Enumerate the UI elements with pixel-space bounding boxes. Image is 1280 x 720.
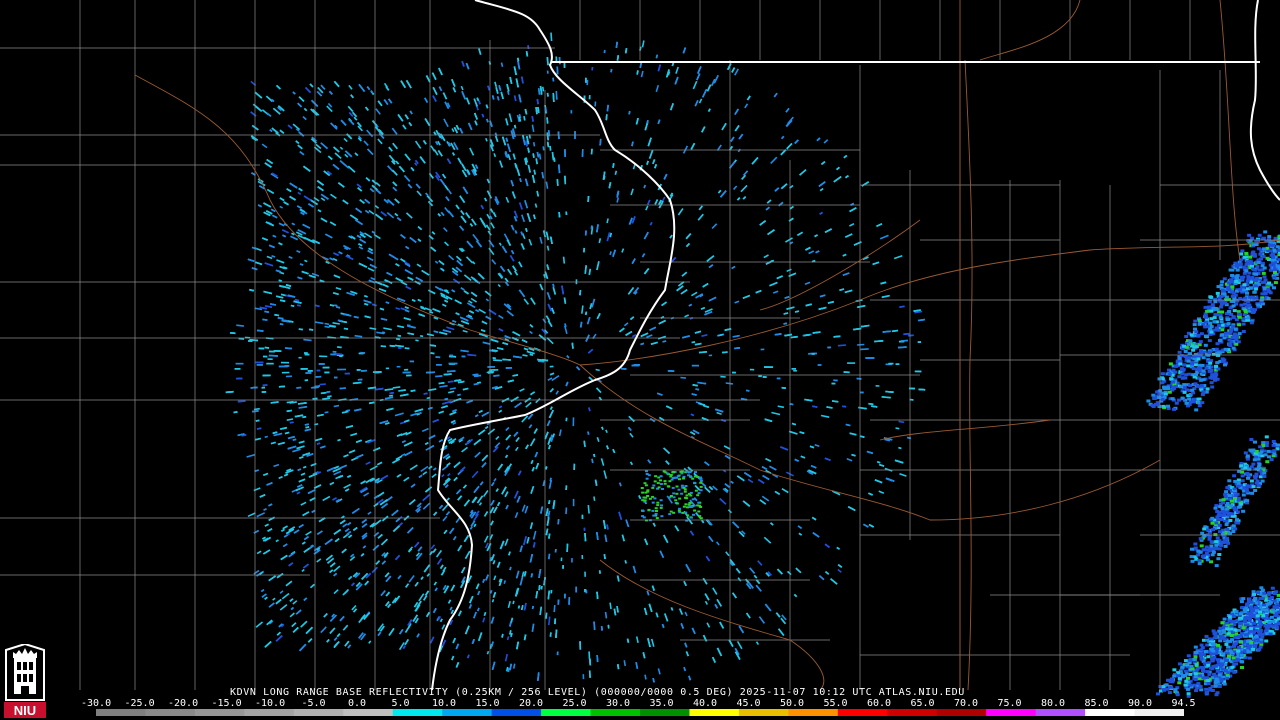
product-title: KDVN LONG RANGE BASE REFLECTIVITY (0.25K…: [230, 687, 965, 698]
scale-label: 90.0: [1128, 698, 1153, 709]
colorbar-segment: [343, 709, 394, 716]
reflectivity-colorbar: [96, 709, 1184, 716]
colorbar-segment: [640, 709, 690, 716]
colorbar-segment: [541, 709, 592, 716]
logo-text: NIU: [14, 703, 36, 718]
colorbar-segment: [194, 709, 245, 716]
scale-label: 45.0: [736, 698, 761, 709]
colorbar-segment: [986, 709, 1037, 716]
colorbar-segment: [96, 709, 146, 716]
colorbar-segment: [788, 709, 839, 716]
colorbar-segment: [689, 709, 740, 716]
colorbar-segment: [244, 709, 295, 716]
scale-label: -15.0: [211, 698, 242, 709]
scale-label: -30.0: [81, 698, 112, 709]
colorbar-segment: [442, 709, 493, 716]
scale-label: 80.0: [1041, 698, 1066, 709]
scale-label: 94.5: [1171, 698, 1196, 709]
scale-label: -20.0: [168, 698, 199, 709]
colorbar-segment: [936, 709, 987, 716]
scale-label: 0.0: [348, 698, 367, 709]
colorbar-segment: [293, 709, 344, 716]
scale-label: 75.0: [997, 698, 1022, 709]
scale-label: 10.0: [432, 698, 457, 709]
scale-label: -5.0: [301, 698, 326, 709]
radar-map: [0, 0, 1280, 720]
scale-label: 50.0: [780, 698, 805, 709]
scale-label: 70.0: [954, 698, 979, 709]
scale-label: 25.0: [562, 698, 587, 709]
colorbar-segment: [1085, 709, 1136, 716]
colorbar-segment: [145, 709, 196, 716]
scale-label: 65.0: [910, 698, 935, 709]
colorbar-segment: [887, 709, 938, 716]
niu-logo[interactable]: NIU: [2, 644, 48, 718]
colorbar-segment: [1134, 709, 1184, 716]
scale-label: 20.0: [519, 698, 544, 709]
colorbar-segment: [1035, 709, 1086, 716]
colorbar-segment: [590, 709, 641, 716]
scale-label: 30.0: [606, 698, 631, 709]
scale-label: 5.0: [391, 698, 410, 709]
scale-label: -10.0: [255, 698, 286, 709]
scale-label: 35.0: [649, 698, 674, 709]
scale-label: -25.0: [124, 698, 155, 709]
scale-label: 60.0: [867, 698, 892, 709]
colorbar-segment: [837, 709, 888, 716]
colorbar-segment: [392, 709, 443, 716]
colorbar-segment: [491, 709, 542, 716]
scale-label: 85.0: [1084, 698, 1109, 709]
scale-label: 15.0: [475, 698, 500, 709]
scale-label: 40.0: [693, 698, 718, 709]
colorbar-segment: [738, 709, 789, 716]
scale-label: 55.0: [823, 698, 848, 709]
